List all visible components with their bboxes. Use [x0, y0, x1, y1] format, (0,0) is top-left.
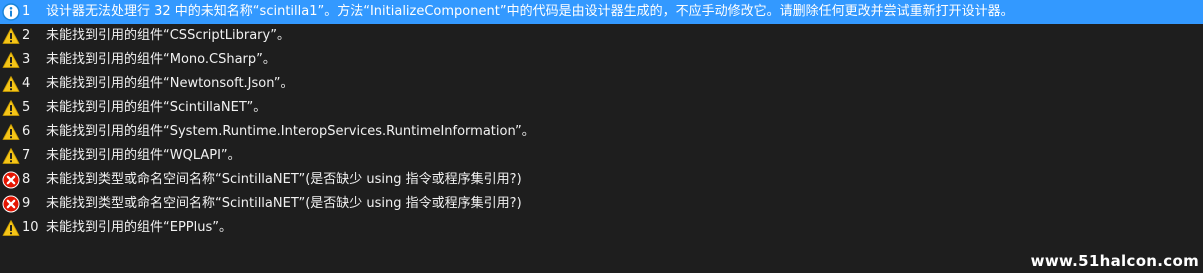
error-icon [2, 195, 20, 213]
watermark: www.51halcon.com [1030, 252, 1199, 270]
error-list-row[interactable]: 3 未能找到引用的组件“Mono.CSharp”。 [0, 48, 1203, 72]
row-number: 3 [22, 52, 31, 67]
error-list: 1 设计器无法处理行 32 中的未知名称“scintilla1”。方法“Init… [0, 0, 1203, 240]
row-number: 5 [22, 100, 31, 115]
row-number: 9 [22, 196, 31, 211]
row-description: 未能找到引用的组件“Newtonsoft.Json”。 [46, 76, 294, 91]
error-list-row[interactable]: 7 未能找到引用的组件“WQLAPI”。 [0, 144, 1203, 168]
row-number: 10 [22, 220, 39, 235]
info-icon [2, 3, 20, 21]
row-number: 2 [22, 28, 31, 43]
warning-icon [2, 147, 20, 165]
row-number: 8 [22, 172, 31, 187]
error-list-row[interactable]: 6 未能找到引用的组件“System.Runtime.InteropServic… [0, 120, 1203, 144]
row-description: 未能找到类型或命名空间名称“ScintillaNET”(是否缺少 using 指… [46, 172, 522, 187]
row-description: 未能找到类型或命名空间名称“ScintillaNET”(是否缺少 using 指… [46, 196, 522, 211]
row-number: 1 [22, 4, 31, 19]
row-number: 6 [22, 124, 31, 139]
warning-icon [2, 51, 20, 69]
error-list-row[interactable]: 2 未能找到引用的组件“CSScriptLibrary”。 [0, 24, 1203, 48]
row-description: 未能找到引用的组件“EPPlus”。 [46, 220, 232, 235]
error-list-row[interactable]: 8 未能找到类型或命名空间名称“ScintillaNET”(是否缺少 using… [0, 168, 1203, 192]
warning-icon [2, 219, 20, 237]
row-description: 未能找到引用的组件“System.Runtime.InteropServices… [46, 124, 535, 139]
row-description: 未能找到引用的组件“ScintillaNET”。 [46, 100, 267, 115]
warning-icon [2, 75, 20, 93]
warning-icon [2, 27, 20, 45]
error-icon [2, 171, 20, 189]
row-description: 未能找到引用的组件“WQLAPI”。 [46, 148, 241, 163]
row-description: 未能找到引用的组件“CSScriptLibrary”。 [46, 28, 290, 43]
error-list-row[interactable]: 5 未能找到引用的组件“ScintillaNET”。 [0, 96, 1203, 120]
warning-icon [2, 123, 20, 141]
error-list-row[interactable]: 9 未能找到类型或命名空间名称“ScintillaNET”(是否缺少 using… [0, 192, 1203, 216]
error-list-row[interactable]: 1 设计器无法处理行 32 中的未知名称“scintilla1”。方法“Init… [0, 0, 1203, 24]
row-number: 7 [22, 148, 31, 163]
error-list-row[interactable]: 10 未能找到引用的组件“EPPlus”。 [0, 216, 1203, 240]
warning-icon [2, 99, 20, 117]
error-list-row[interactable]: 4 未能找到引用的组件“Newtonsoft.Json”。 [0, 72, 1203, 96]
row-number: 4 [22, 76, 31, 91]
row-description: 未能找到引用的组件“Mono.CSharp”。 [46, 52, 276, 67]
row-description: 设计器无法处理行 32 中的未知名称“scintilla1”。方法“Initia… [46, 4, 1014, 19]
